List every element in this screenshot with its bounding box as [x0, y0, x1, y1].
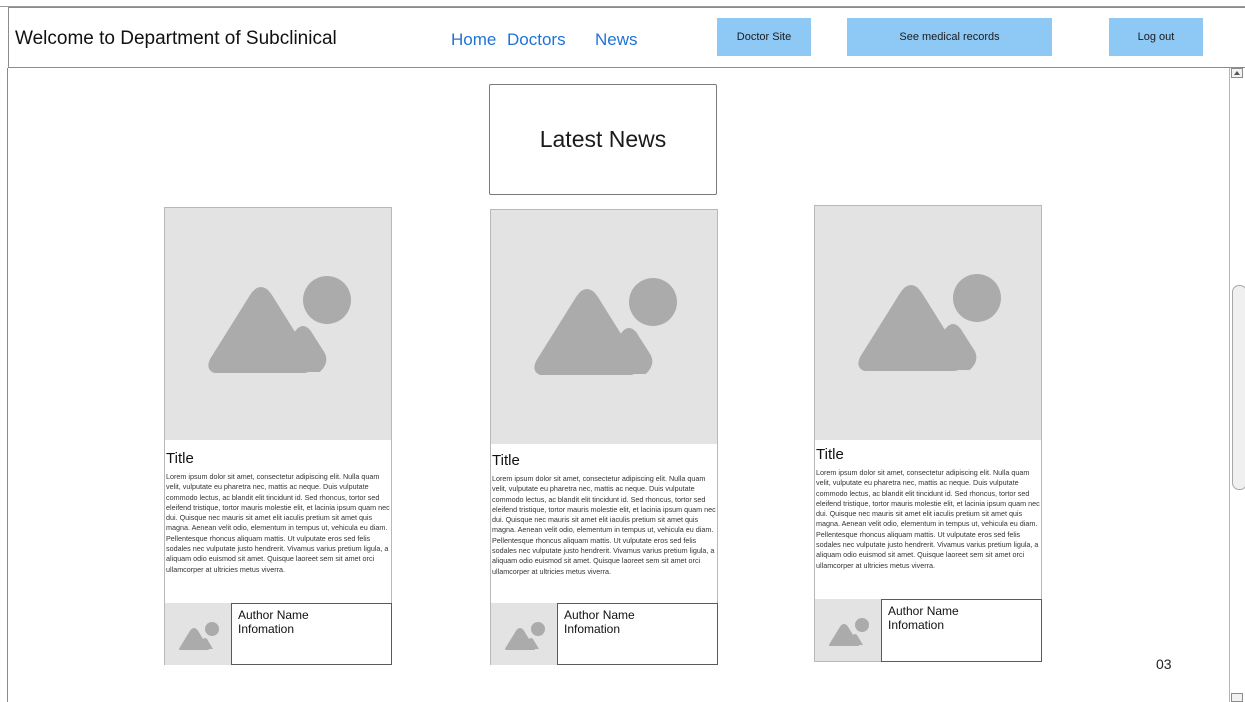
page-number: 03 — [1156, 656, 1172, 672]
card-title: Title — [166, 450, 194, 467]
card-image — [491, 210, 717, 444]
card-title: Title — [492, 452, 520, 469]
image-placeholder-icon — [829, 618, 869, 646]
nav-link-doctors[interactable]: Doctors — [507, 30, 566, 50]
author-info-box: Author Name Infomation — [881, 599, 1042, 662]
news-card[interactable]: Title Lorem ipsum dolor sit amet, consec… — [164, 207, 392, 665]
scrollbar-thumb[interactable] — [1232, 285, 1245, 490]
image-placeholder-icon — [534, 278, 677, 375]
author-name: Author Name — [564, 608, 635, 622]
author-information: Infomation — [888, 618, 945, 632]
site-title: Welcome to Department of Subclinical — [15, 28, 337, 49]
image-placeholder-icon — [505, 622, 545, 650]
doctor-site-button[interactable]: Doctor Site — [717, 18, 811, 56]
window-top-edge — [0, 0, 1245, 7]
card-body-text: Lorem ipsum dolor sit amet, consectetur … — [166, 472, 390, 574]
author-avatar — [491, 603, 557, 665]
author-information: Infomation — [564, 622, 621, 636]
author-avatar — [815, 599, 881, 661]
author-name: Author Name — [238, 608, 309, 622]
card-body-text: Lorem ipsum dolor sit amet, consectetur … — [816, 468, 1040, 570]
latest-news-heading: Latest News — [489, 84, 717, 195]
news-card[interactable]: Title Lorem ipsum dolor sit amet, consec… — [490, 209, 718, 665]
author-name: Author Name — [888, 604, 959, 618]
card-image — [165, 208, 391, 440]
log-out-button[interactable]: Log out — [1109, 18, 1203, 56]
nav-link-home[interactable]: Home — [451, 30, 496, 50]
image-placeholder-icon — [208, 276, 351, 373]
chevron-up-icon[interactable] — [1231, 68, 1243, 78]
image-placeholder-icon — [179, 622, 219, 650]
card-image — [815, 206, 1041, 440]
see-medical-records-button[interactable]: See medical records — [847, 18, 1052, 56]
card-title: Title — [816, 446, 844, 463]
window-left-edge — [7, 68, 8, 702]
top-navigation-bar: Welcome to Department of Subclinical Hom… — [8, 7, 1245, 68]
image-placeholder-icon — [858, 274, 1001, 371]
author-avatar — [165, 603, 231, 665]
chevron-down-icon[interactable] — [1231, 693, 1243, 702]
news-card[interactable]: Title Lorem ipsum dolor sit amet, consec… — [814, 205, 1042, 662]
author-info-box: Author Name Infomation — [231, 603, 392, 665]
author-info-box: Author Name Infomation — [557, 603, 718, 665]
nav-link-news[interactable]: News — [595, 30, 638, 50]
card-body-text: Lorem ipsum dolor sit amet, consectetur … — [492, 474, 716, 576]
author-information: Infomation — [238, 622, 295, 636]
